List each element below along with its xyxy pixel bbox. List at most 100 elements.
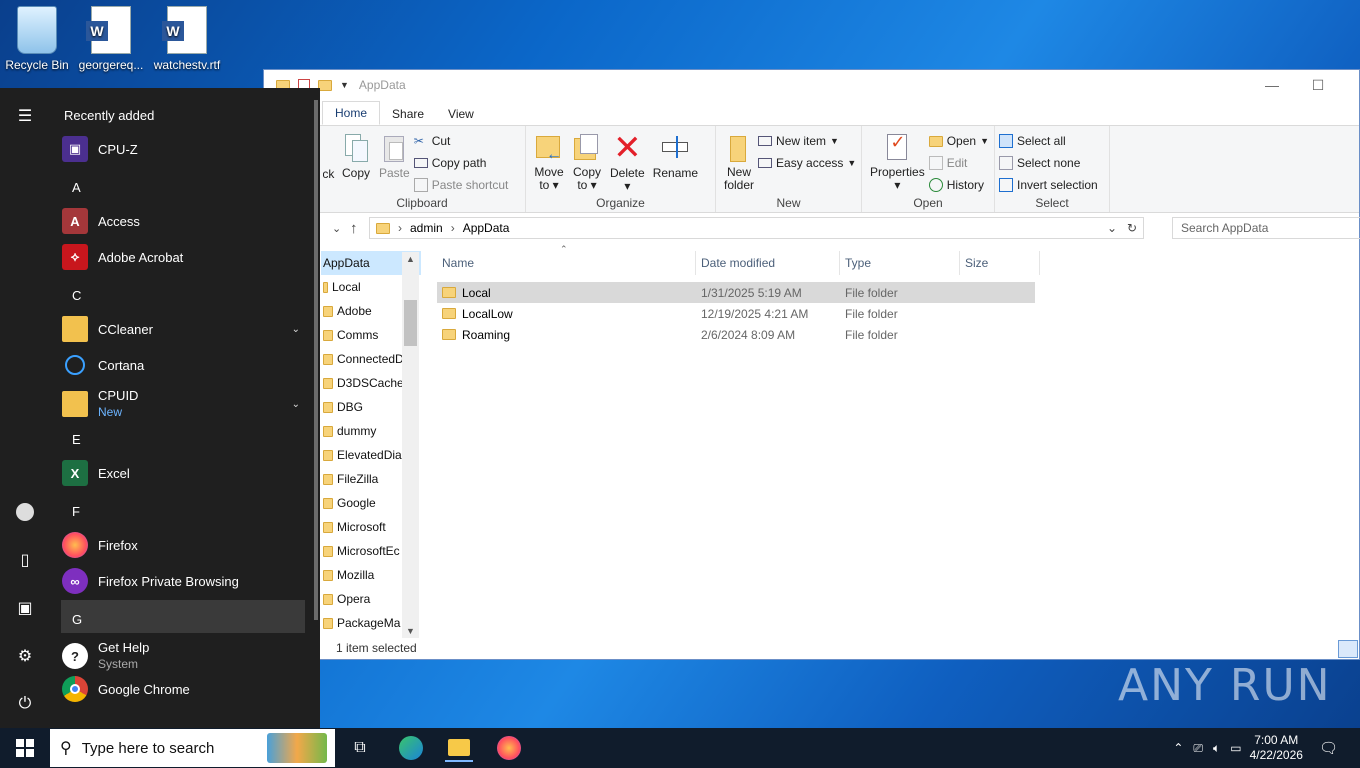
app-cpuid[interactable]: CPUID New ⌄ — [62, 384, 306, 424]
cut-button[interactable]: ✂ Cut — [414, 132, 509, 150]
column-size[interactable]: Size — [960, 251, 1040, 275]
show-hidden-icons-icon[interactable]: ⌃ — [1173, 741, 1183, 755]
folder-icon — [323, 617, 333, 629]
taskbar-search-input[interactable]: ⚲ Type here to search — [50, 729, 335, 767]
app-access[interactable]: A Access — [62, 204, 306, 238]
chrome-icon — [62, 676, 88, 702]
file-row-local[interactable]: Local 1/31/2025 5:19 AM File folder — [437, 282, 1035, 303]
desktop-icon-label: georgereq... — [78, 58, 144, 72]
delete-button[interactable]: ✕ Delete ▾ — [606, 130, 649, 194]
pin-quick-access-button[interactable]: ick — [323, 130, 337, 194]
scroll-up-icon[interactable]: ▲ — [406, 254, 415, 264]
file-name: Roaming — [462, 327, 511, 342]
new-folder-icon[interactable] — [318, 79, 332, 91]
app-cpu-z[interactable]: ▣ CPU-Z — [62, 132, 306, 166]
folder-icon — [62, 316, 88, 342]
chevron-down-icon[interactable]: ⌄ — [332, 222, 341, 235]
paste-button[interactable]: Paste — [375, 130, 414, 194]
pictures-icon[interactable]: ▣ — [15, 598, 35, 618]
start-scrollbar[interactable] — [314, 100, 318, 620]
notifications-icon[interactable]: 🗨︎ — [1319, 739, 1338, 757]
clock[interactable]: 7:00 AM 4/22/2026 — [1250, 733, 1303, 763]
breadcrumb-admin[interactable]: admin — [410, 221, 443, 235]
tab-share[interactable]: Share — [380, 103, 436, 125]
copy-icon — [341, 132, 371, 164]
rename-icon — [660, 132, 690, 164]
column-type[interactable]: Type — [840, 251, 960, 275]
column-name[interactable]: Name — [437, 251, 696, 275]
copy-to-button[interactable]: Copy to ▾ — [568, 130, 606, 194]
app-adobe-acrobat[interactable]: ⟡ Adobe Acrobat — [62, 240, 306, 274]
copy-button[interactable]: Copy — [337, 130, 375, 194]
easy-access-button[interactable]: Easy access ▼ — [758, 154, 856, 172]
desktop-icon-georgereq[interactable]: georgereq... — [74, 6, 148, 72]
select-all-icon — [999, 134, 1013, 148]
up-arrow-icon[interactable]: ↑ — [350, 220, 358, 237]
search-input[interactable]: Search AppData — [1172, 217, 1360, 239]
minimize-icon[interactable]: — — [1249, 70, 1295, 100]
documents-icon[interactable]: ▯ — [15, 550, 35, 570]
maximize-icon[interactable]: ☐ — [1295, 70, 1341, 100]
column-date-modified[interactable]: Date modified — [696, 251, 840, 275]
windows-start-icon[interactable] — [11, 734, 39, 762]
move-to-button[interactable]: ← Move to ▾ — [530, 130, 568, 194]
scrollbar-thumb[interactable] — [404, 300, 417, 346]
app-get-help[interactable]: ? Get Help System — [62, 636, 306, 676]
file-row-roaming[interactable]: Roaming 2/6/2024 8:09 AM File folder — [437, 324, 1035, 345]
chevron-down-icon[interactable]: ▼ — [340, 80, 349, 90]
refresh-icon[interactable]: ↻ — [1127, 221, 1137, 235]
letter-header-c[interactable]: C — [72, 288, 81, 303]
app-google-chrome[interactable]: Google Chrome — [62, 672, 306, 706]
history-button[interactable]: History — [928, 176, 989, 194]
app-firefox-private[interactable]: ∞ Firefox Private Browsing — [62, 564, 306, 598]
edge-icon[interactable] — [397, 734, 425, 762]
letter-header-g[interactable]: G — [72, 612, 82, 627]
input-indicator-icon[interactable]: ▭ — [1230, 741, 1241, 755]
tab-view[interactable]: View — [436, 103, 486, 125]
chevron-down-icon[interactable]: ⌄ — [292, 399, 300, 410]
select-all-button[interactable]: Select all — [999, 132, 1098, 150]
new-folder-icon — [724, 132, 754, 163]
app-firefox[interactable]: Firefox — [62, 528, 306, 562]
edit-button[interactable]: Edit — [928, 154, 989, 172]
open-button[interactable]: Open ▼ — [928, 132, 989, 150]
desktop-icon-recycle-bin[interactable]: Recycle Bin — [0, 6, 74, 72]
settings-gear-icon[interactable]: ⚙ — [15, 646, 35, 666]
chevron-down-icon[interactable]: ⌄ — [292, 324, 300, 335]
address-bar[interactable]: › admin › AppData ⌄ ↻ — [369, 217, 1144, 239]
file-explorer-taskbar-icon[interactable] — [445, 734, 473, 762]
power-icon[interactable]: ⏻ — [15, 694, 35, 714]
new-item-button[interactable]: New item ▼ — [758, 132, 856, 150]
app-ccleaner[interactable]: CCleaner ⌄ — [62, 312, 306, 346]
letter-header-f[interactable]: F — [72, 504, 80, 519]
file-row-locallow[interactable]: LocalLow 12/19/2025 4:21 AM File folder — [437, 303, 1035, 324]
user-account-icon[interactable] — [15, 502, 35, 522]
paste-shortcut-button[interactable]: Paste shortcut — [413, 176, 508, 194]
app-cortana[interactable]: Cortana — [62, 348, 306, 382]
firefox-taskbar-icon[interactable] — [495, 734, 523, 762]
letter-header-e[interactable]: E — [72, 432, 81, 447]
select-none-button[interactable]: Select none — [999, 154, 1098, 172]
invert-selection-button[interactable]: Invert selection — [999, 176, 1098, 194]
volume-icon[interactable]: 🔈︎ — [1213, 741, 1220, 756]
task-view-icon[interactable]: ⧉ — [346, 734, 374, 762]
rename-button[interactable]: Rename — [649, 130, 702, 194]
letter-header-g-highlight[interactable] — [61, 600, 305, 633]
folder-icon — [323, 425, 333, 437]
breadcrumb-appdata[interactable]: AppData — [463, 221, 510, 235]
details-view-icon[interactable] — [1338, 640, 1358, 658]
hamburger-menu-icon[interactable]: ☰ — [15, 106, 35, 126]
chevron-down-icon[interactable]: ⌄ — [1107, 221, 1117, 235]
copy-path-button[interactable]: Copy path — [413, 154, 509, 172]
properties-button[interactable]: ✓ Properties ▾ — [866, 130, 929, 194]
tab-home[interactable]: Home — [322, 101, 381, 125]
letter-header-a[interactable]: A — [72, 180, 81, 195]
desktop-icon-watchestv[interactable]: watchestv.rtf — [150, 6, 224, 72]
acrobat-icon: ⟡ — [62, 244, 88, 270]
navigation-scrollbar[interactable]: ▲ ▼ — [402, 252, 419, 638]
app-excel[interactable]: X Excel — [62, 456, 306, 490]
chevron-down-icon: ▾ — [894, 178, 901, 192]
network-icon[interactable]: ⎚ — [1193, 741, 1203, 756]
scroll-down-icon[interactable]: ▼ — [406, 626, 415, 636]
new-folder-button[interactable]: New folder — [720, 130, 758, 194]
